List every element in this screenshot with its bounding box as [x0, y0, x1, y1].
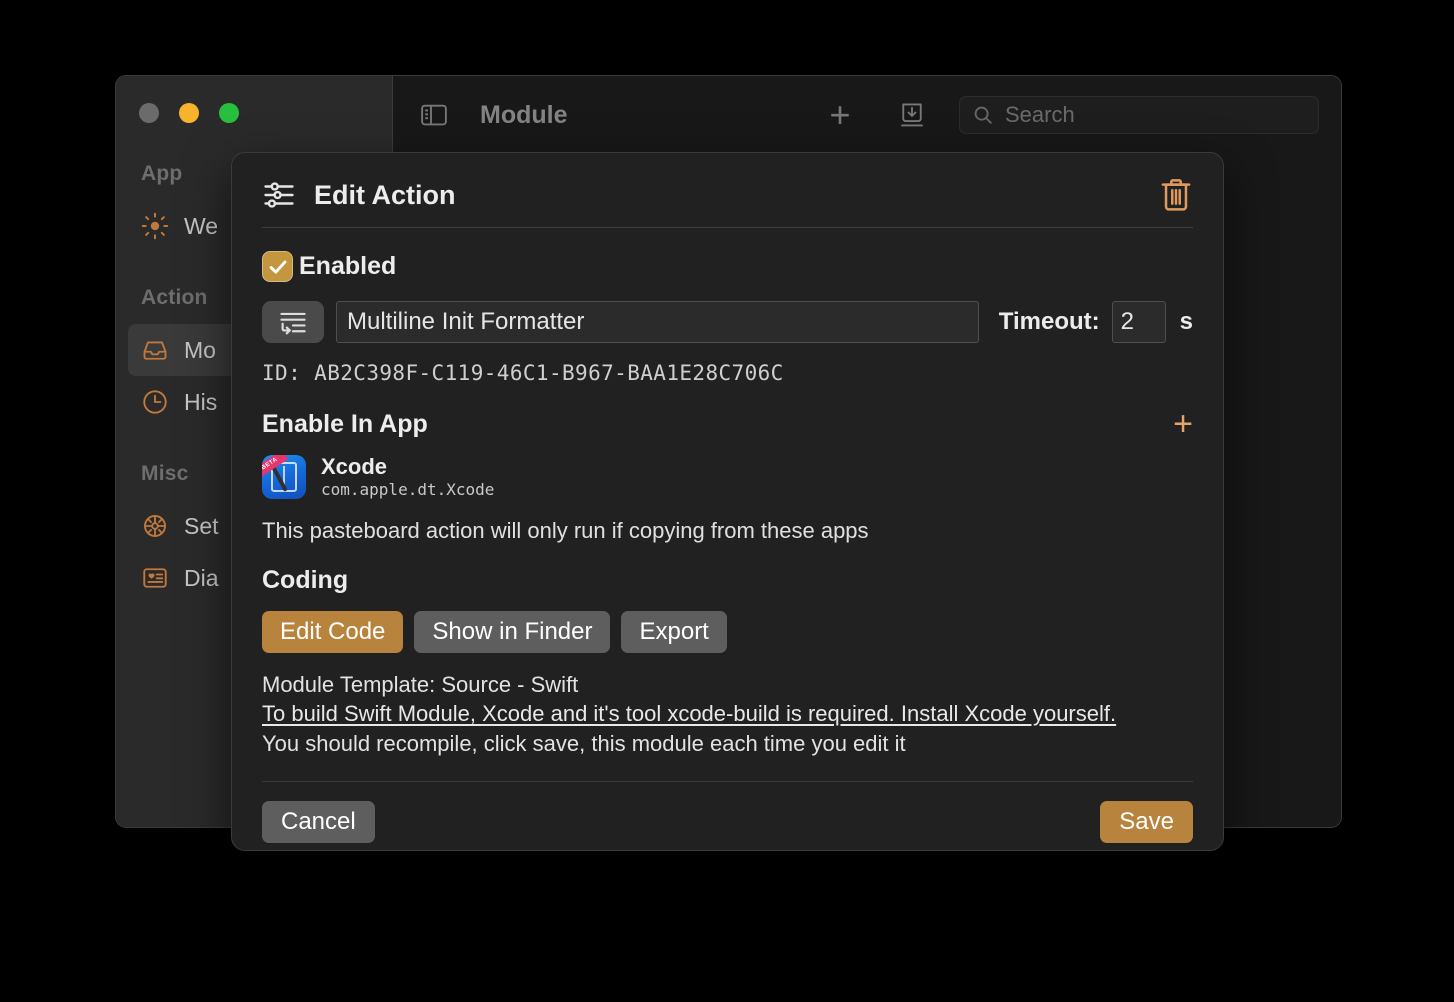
note-icon [141, 564, 169, 592]
timeout-input[interactable] [1111, 301, 1166, 343]
minimize-window-button[interactable] [179, 103, 199, 123]
clock-icon [141, 388, 169, 416]
action-id-text: ID: AB2C398F-C119-46C1-B967-BAA1E28C706C [262, 361, 784, 385]
enable-in-app-title: Enable In App [262, 409, 428, 438]
timeout-unit-label: s [1179, 308, 1193, 335]
sliders-icon [262, 178, 296, 212]
dialog-footer: Cancel Save [262, 801, 1193, 843]
coding-header: Coding [262, 566, 1193, 595]
gear-icon [141, 512, 169, 540]
cancel-button[interactable]: Cancel [262, 801, 375, 843]
action-name-input[interactable] [336, 301, 979, 343]
traffic-lights [139, 103, 239, 123]
zoom-window-button[interactable] [219, 103, 239, 123]
name-row: Timeout: s [262, 301, 1193, 343]
enabled-label: Enabled [299, 252, 397, 280]
xcode-icon: BETA [262, 455, 306, 499]
xcode-requirement-link[interactable]: To build Swift Module, Xcode and it's to… [262, 701, 1193, 727]
add-app-button[interactable]: + [1173, 407, 1193, 441]
module-template-text: Module Template: Source - Swift [262, 672, 579, 697]
inbox-icon [141, 336, 169, 364]
dialog-header: Edit Action [262, 153, 1193, 225]
sun-icon [141, 212, 169, 240]
header-divider [262, 227, 1193, 228]
footer-divider [262, 781, 1193, 782]
coding-title: Coding [262, 566, 349, 594]
show-in-finder-button[interactable]: Show in Finder [414, 611, 611, 653]
enabled-checkbox[interactable] [262, 251, 293, 282]
coding-buttons: Edit Code Show in Finder Export [262, 611, 1193, 653]
enabled-row[interactable]: Enabled [262, 251, 1193, 282]
sidebar-item-label: His [184, 388, 218, 415]
export-button[interactable]: Export [621, 611, 727, 653]
text-indent-icon[interactable] [262, 301, 324, 343]
edit-code-button[interactable]: Edit Code [262, 611, 404, 653]
edit-action-dialog: Edit Action Enabled Multiline Init Forma… [231, 152, 1224, 851]
sidebar-item-label: Mo [184, 336, 216, 363]
sidebar-item-label: We [184, 212, 219, 239]
close-window-button[interactable] [139, 103, 159, 123]
list-item[interactable]: BETA Xcode com.apple.dt.Xcode [262, 454, 1193, 500]
save-button[interactable]: Save [1100, 801, 1193, 843]
check-icon [269, 260, 286, 274]
dialog-title: Edit Action [314, 179, 456, 210]
app-bundle-id: com.apple.dt.Xcode [321, 480, 495, 500]
recompile-hint-text: You should recompile, click save, this m… [262, 731, 906, 756]
timeout-label: Timeout: [998, 308, 1100, 335]
enable-in-app-note: This pasteboard action will only run if … [262, 518, 869, 543]
sidebar-item-label: Dia [184, 564, 219, 591]
trash-icon[interactable] [1159, 177, 1193, 213]
app-name: Xcode [321, 454, 388, 480]
sidebar-item-label: Set [184, 512, 219, 539]
enable-in-app-header: Enable In App + [262, 407, 1193, 441]
